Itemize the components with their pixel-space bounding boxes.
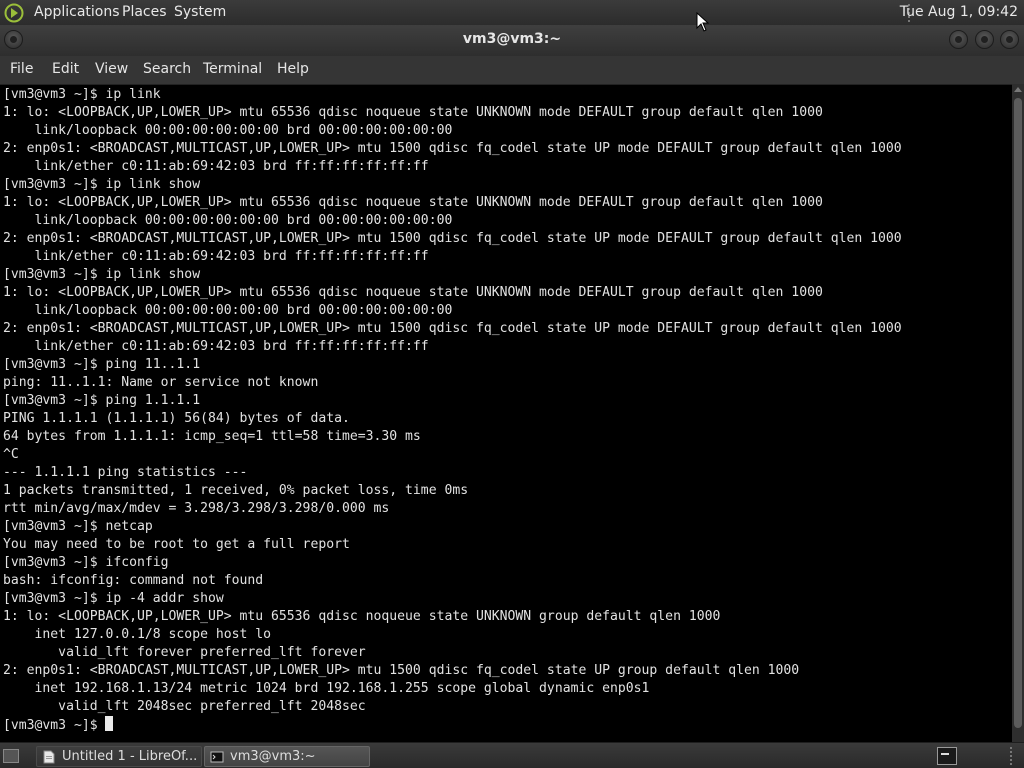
- terminal-line: You may need to be root to get a full re…: [3, 537, 350, 552]
- terminal-line: [vm3@vm3 ~]$ ip -4 addr show: [3, 591, 224, 606]
- terminal-line: ping: 11..1.1: Name or service not known: [3, 375, 319, 390]
- scrollbar-thumb[interactable]: [1014, 98, 1022, 728]
- show-desktop-icon[interactable]: [3, 749, 19, 763]
- prompt-line[interactable]: [vm3@vm3 ~]$: [3, 716, 902, 734]
- terminal-line: --- 1.1.1.1 ping statistics ---: [3, 465, 248, 480]
- text-cursor: [105, 716, 114, 731]
- window-titlebar[interactable]: vm3@vm3:~: [0, 25, 1024, 56]
- mouse-pointer-icon: [696, 12, 710, 32]
- menu-view[interactable]: View: [95, 61, 128, 77]
- terminal-line: link/loopback 00:00:00:00:00:00 brd 00:0…: [3, 123, 453, 138]
- terminal-line: 2: enp0s1: <BROADCAST,MULTICAST,UP,LOWER…: [3, 231, 902, 246]
- terminal-line: link/ether c0:11:ab:69:42:03 brd ff:ff:f…: [3, 159, 429, 174]
- terminal-line: link/loopback 00:00:00:00:00:00 brd 00:0…: [3, 303, 453, 318]
- task-label: Untitled 1 - LibreOf...: [62, 749, 198, 764]
- terminal-output[interactable]: [vm3@vm3 ~]$ ip link 1: lo: <LOOPBACK,UP,…: [0, 84, 1012, 742]
- libreoffice-document-icon: [43, 750, 55, 764]
- places-menu[interactable]: Places: [122, 4, 167, 20]
- terminal-line: 1: lo: <LOOPBACK,UP,LOWER_UP> mtu 65536 …: [3, 195, 823, 210]
- terminal-line: [vm3@vm3 ~]$ ip link show: [3, 267, 201, 282]
- terminal-line: valid_lft forever preferred_lft forever: [3, 645, 366, 660]
- menu-help[interactable]: Help: [277, 61, 309, 77]
- terminal-line: link/ether c0:11:ab:69:42:03 brd ff:ff:f…: [3, 339, 429, 354]
- system-menu[interactable]: System: [174, 4, 226, 20]
- terminal-text: [vm3@vm3 ~]$ ip link 1: lo: <LOOPBACK,UP,…: [3, 86, 902, 734]
- tray-separator: [1010, 747, 1014, 765]
- minimize-button[interactable]: [949, 30, 968, 49]
- terminal-line: inet 127.0.0.1/8 scope host lo: [3, 627, 272, 642]
- scroll-up-icon[interactable]: [1014, 87, 1022, 92]
- maximize-button[interactable]: [975, 30, 994, 49]
- terminal-line: PING 1.1.1.1 (1.1.1.1) 56(84) bytes of d…: [3, 411, 350, 426]
- top-panel: Applications Places System Tue Aug 1, 09…: [0, 0, 1024, 25]
- menu-search[interactable]: Search: [143, 61, 191, 77]
- gnome-foot-icon[interactable]: [4, 3, 24, 23]
- applications-menu[interactable]: Applications: [34, 4, 120, 20]
- terminal-line: rtt min/avg/max/mdev = 3.298/3.298/3.298…: [3, 501, 390, 516]
- terminal-line: 2: enp0s1: <BROADCAST,MULTICAST,UP,LOWER…: [3, 663, 800, 678]
- terminal-line: link/ether c0:11:ab:69:42:03 brd ff:ff:f…: [3, 249, 429, 264]
- terminal-line: [vm3@vm3 ~]$ ifconfig: [3, 555, 169, 570]
- terminal-scrollbar[interactable]: [1012, 84, 1024, 742]
- terminal-line: [vm3@vm3 ~]$ ping 1.1.1.1: [3, 393, 201, 408]
- terminal-line: [vm3@vm3 ~]$ ping 11..1.1: [3, 357, 201, 372]
- bottom-taskbar: Untitled 1 - LibreOf... vm3@vm3:~: [0, 742, 1024, 768]
- terminal-line: valid_lft 2048sec preferred_lft 2048sec: [3, 699, 366, 714]
- terminal-line: 64 bytes from 1.1.1.1: icmp_seq=1 ttl=58…: [3, 429, 421, 444]
- terminal-line: [vm3@vm3 ~]$ ip link: [3, 87, 161, 102]
- terminal-line: link/loopback 00:00:00:00:00:00 brd 00:0…: [3, 213, 453, 228]
- menubar: File Edit View Search Terminal Help: [0, 56, 1024, 84]
- menu-terminal[interactable]: Terminal: [203, 61, 262, 77]
- terminal-line: inet 192.168.1.13/24 metric 1024 brd 192…: [3, 681, 650, 696]
- task-terminal[interactable]: vm3@vm3:~: [204, 746, 370, 767]
- shell-prompt: [vm3@vm3 ~]$: [3, 718, 106, 733]
- menu-file[interactable]: File: [10, 61, 33, 77]
- window-title: vm3@vm3:~: [462, 31, 562, 47]
- terminal-icon: [210, 751, 224, 763]
- terminal-tray-icon[interactable]: [937, 747, 957, 765]
- task-label: vm3@vm3:~: [230, 749, 316, 764]
- task-libreoffice[interactable]: Untitled 1 - LibreOf...: [36, 746, 202, 767]
- clock[interactable]: Tue Aug 1, 09:42: [900, 4, 1018, 20]
- terminal-line: 2: enp0s1: <BROADCAST,MULTICAST,UP,LOWER…: [3, 321, 902, 336]
- terminal-line: 1 packets transmitted, 1 received, 0% pa…: [3, 483, 469, 498]
- terminal-line: 1: lo: <LOOPBACK,UP,LOWER_UP> mtu 65536 …: [3, 105, 823, 120]
- close-button[interactable]: [1000, 30, 1019, 49]
- terminal-line: bash: ifconfig: command not found: [3, 573, 264, 588]
- terminal-line: [vm3@vm3 ~]$ netcap: [3, 519, 153, 534]
- terminal-line: 1: lo: <LOOPBACK,UP,LOWER_UP> mtu 65536 …: [3, 285, 823, 300]
- terminal-line: ^C: [3, 447, 19, 462]
- terminal-line: [vm3@vm3 ~]$ ip link show: [3, 177, 201, 192]
- menu-edit[interactable]: Edit: [52, 61, 79, 77]
- terminal-line: 2: enp0s1: <BROADCAST,MULTICAST,UP,LOWER…: [3, 141, 902, 156]
- terminal-line: 1: lo: <LOOPBACK,UP,LOWER_UP> mtu 65536 …: [3, 609, 721, 624]
